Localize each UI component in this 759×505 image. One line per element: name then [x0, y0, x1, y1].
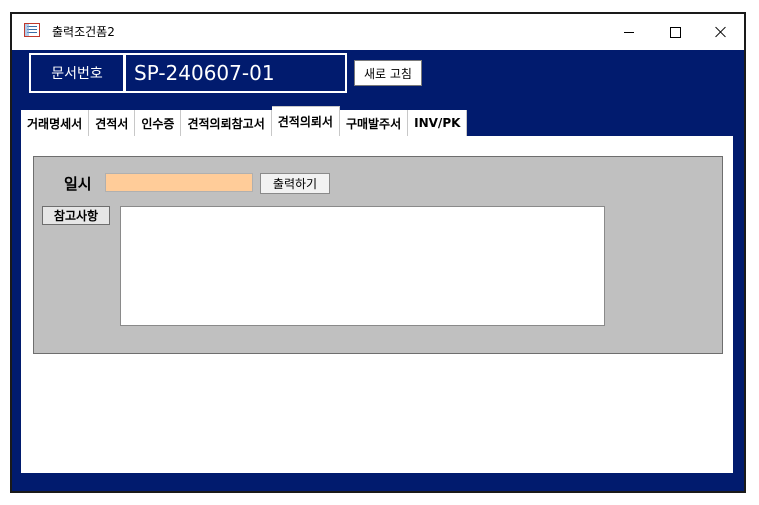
- tab-purchase-order[interactable]: 구매발주서: [339, 110, 409, 136]
- tab-strip: 거래명세서 견적서 인수증 견적의뢰참고서 견적의뢰서 구매발주서 INV/PK: [21, 106, 468, 136]
- form-body: 문서번호 SP-240607-01 새로 고침 거래명세서 견적서 인수증 견적…: [12, 50, 744, 491]
- tab-inv-pk[interactable]: INV/PK: [408, 110, 468, 136]
- date-input[interactable]: [105, 173, 253, 192]
- close-button[interactable]: [698, 14, 744, 50]
- form-window: 출력조건폼2 문서번호 SP-240607-01 새로 고침 거래명세서 견적서…: [10, 12, 746, 493]
- notes-label[interactable]: 참고사항: [42, 206, 110, 225]
- doc-number-field[interactable]: SP-240607-01: [124, 53, 347, 93]
- window-title: 출력조건폼2: [52, 25, 115, 39]
- access-form-icon: [24, 23, 40, 37]
- options-panel: 일시 출력하기 참고사항: [33, 156, 723, 354]
- tab-transaction-statement[interactable]: 거래명세서: [21, 110, 90, 136]
- refresh-button[interactable]: 새로 고침: [354, 60, 422, 86]
- tab-receipt[interactable]: 인수증: [135, 110, 182, 136]
- notes-textarea[interactable]: [120, 206, 605, 326]
- tab-page-quote-request: 일시 출력하기 참고사항: [21, 136, 733, 473]
- tab-quotation[interactable]: 견적서: [89, 110, 136, 136]
- close-icon: [715, 26, 727, 38]
- tab-quote-request[interactable]: 견적의뢰서: [271, 106, 340, 136]
- maximize-icon: [669, 26, 681, 38]
- date-label: 일시: [64, 175, 92, 193]
- maximize-button[interactable]: [652, 14, 698, 50]
- minimize-icon: [624, 31, 634, 33]
- title-bar: 출력조건폼2: [12, 14, 744, 50]
- minimize-button[interactable]: [606, 14, 652, 50]
- doc-number-label: 문서번호: [29, 53, 125, 93]
- print-button[interactable]: 출력하기: [260, 173, 330, 194]
- tab-quote-request-reference[interactable]: 견적의뢰참고서: [181, 110, 272, 136]
